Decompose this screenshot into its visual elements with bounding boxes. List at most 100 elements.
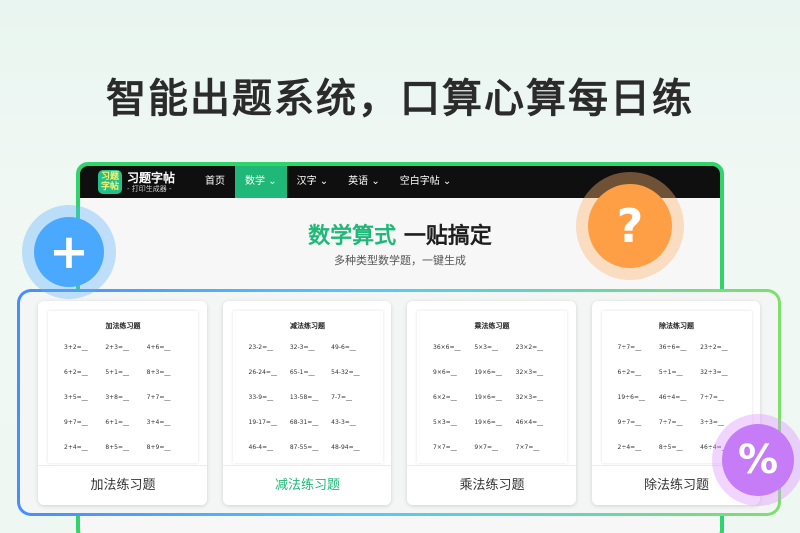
nav-item-home[interactable]: 首页	[195, 166, 235, 198]
question-icon: ?	[588, 184, 672, 268]
worksheet-card[interactable]: 加法练习题 3+2=__ 2+3=__ 4+6=__ 6+2=__ 5+1=__ 8+3=_…	[38, 301, 207, 505]
divide-icon: %	[722, 424, 794, 496]
problem-grid: 36×6=__ 5×3=__ 23×2=__ 9×6=__ 19×6=__ 32×3=__…	[417, 331, 567, 466]
math-problem: 32-3=__	[289, 344, 315, 351]
worksheet-title: 除法练习题	[659, 322, 694, 330]
headline: 智能出题系统，口算心算每日练	[106, 76, 694, 122]
math-problem: 46×4=__	[515, 419, 544, 426]
math-problem: 3+2=__	[64, 344, 88, 351]
math-problem: 3+5=__	[64, 394, 88, 401]
logo[interactable]: 习题 字帖 习题字帖 - 打印生成器 -	[98, 170, 175, 194]
math-problem: 33-9=__	[248, 394, 274, 401]
nav-label: 数学	[245, 176, 266, 187]
nav-item-english[interactable]: 英语 ⌄	[338, 166, 390, 198]
worksheet-cards-panel: 加法练习题 3+2=__ 2+3=__ 4+6=__ 6+2=__ 5+1=__ 8+3=_…	[17, 289, 781, 516]
card-label[interactable]: 加法练习题	[38, 465, 207, 505]
math-problem: 7×7=__	[433, 444, 457, 451]
logo-badge-top: 习题	[100, 172, 119, 182]
math-problem: 26-24=__	[248, 369, 277, 376]
math-problem: 36÷6=__	[658, 344, 687, 351]
math-problem: 8+3=__	[146, 369, 171, 376]
worksheet-card[interactable]: 减法练习题 23-2=__ 32-3=__ 49-6=__ 26-24=__ 65-1=_…	[222, 301, 391, 505]
plus-bubble: +	[22, 205, 116, 299]
math-problem: 65-1=__	[289, 369, 315, 376]
plus-icon: +	[34, 217, 104, 287]
math-problem: 48-94=__	[331, 444, 360, 451]
logo-badge: 习题 字帖	[98, 170, 122, 194]
card-label[interactable]: 乘法练习题	[407, 465, 576, 505]
math-problem: 6÷2=__	[617, 369, 642, 376]
math-problem: 32÷3=__	[700, 369, 728, 376]
card-label[interactable]: 减法练习题	[222, 465, 391, 505]
worksheet-preview: 乘法练习题 36×6=__ 5×3=__ 23×2=__ 9×6=__ 19×6=__ 32…	[417, 311, 567, 463]
worksheet-preview: 减法练习题 23-2=__ 32-3=__ 49-6=__ 26-24=__ 65-1=_…	[232, 311, 383, 466]
math-problem: 19÷6=__	[617, 394, 646, 401]
math-problem: 2÷4=__	[617, 444, 642, 451]
math-problem: 23-2=__	[248, 344, 274, 351]
math-problem: 46÷4=__	[658, 394, 687, 401]
worksheet-title: 乘法练习题	[474, 322, 510, 330]
chevron-down-icon: ⌄	[439, 176, 452, 187]
hero-title-dark: 一贴搞定	[403, 224, 492, 249]
math-problem: 2+4=__	[64, 444, 88, 451]
nav-label: 英语	[348, 176, 369, 187]
math-problem: 9×7=__	[474, 444, 499, 451]
math-problem: 32×3=__	[515, 394, 544, 401]
nav-item-math[interactable]: 数学 ⌄	[235, 166, 287, 198]
nav-label: 空白字帖	[399, 176, 440, 187]
chevron-down-icon: ⌄	[368, 176, 380, 187]
math-problem: 49-6=__	[331, 344, 356, 351]
math-problem: 4+6=__	[146, 344, 171, 351]
math-problem: 7×7=__	[515, 444, 540, 451]
math-problem: 7÷7=__	[658, 419, 683, 426]
problem-grid: 23-2=__ 32-3=__ 49-6=__ 26-24=__ 65-1=__ 54-3…	[233, 331, 383, 466]
math-problem: 23×2=__	[515, 344, 544, 351]
math-problem: 8+5=__	[105, 444, 130, 451]
math-problem: 8+9=__	[146, 444, 171, 451]
math-problem: 6+2=__	[64, 369, 88, 376]
math-problem: 19×6=__	[474, 394, 502, 401]
worksheet-preview: 加法练习题 3+2=__ 2+3=__ 4+6=__ 6+2=__ 5+1=__ 8+3=_…	[48, 311, 198, 463]
chevron-down-icon: ⌄	[316, 176, 329, 187]
math-problem: 3+8=__	[105, 394, 130, 401]
math-problem: 8÷5=__	[658, 444, 683, 451]
math-problem: 19×6=__	[474, 369, 502, 376]
nav-label: 首页	[205, 176, 226, 187]
math-problem: 6+1=__	[105, 419, 130, 426]
logo-name: 习题字帖	[127, 170, 176, 185]
nav-item-chinese[interactable]: 汉字 ⌄	[287, 166, 339, 198]
worksheet-card[interactable]: 乘法练习题 36×6=__ 5×3=__ 23×2=__ 9×6=__ 19×6=__ 32…	[407, 301, 576, 505]
question-bubble: ?	[576, 172, 684, 280]
chevron-down-icon: ⌄	[265, 176, 277, 187]
nav-item-blank-copybook[interactable]: 空白字帖 ⌄	[390, 166, 462, 198]
math-problem: 3+4=__	[146, 419, 171, 426]
hero-title-green: 数学算式	[308, 224, 397, 249]
math-problem: 13-58=__	[289, 394, 319, 401]
math-problem: 7÷7=__	[617, 344, 642, 351]
math-problem: 19-17=__	[248, 419, 277, 426]
math-problem: 87-55=__	[289, 444, 319, 451]
math-problem: 9+7=__	[64, 419, 88, 426]
divide-bubble: %	[712, 414, 800, 506]
math-problem: 23÷2=__	[700, 344, 728, 351]
math-problem: 5×3=__	[433, 419, 457, 426]
math-problem: 19×6=__	[474, 419, 502, 426]
logo-text: 习题字帖 - 打印生成器 -	[127, 171, 175, 194]
math-problem: 5+1=__	[105, 369, 130, 376]
math-problem: 32×3=__	[515, 369, 544, 376]
math-problem: 5÷1=__	[658, 369, 683, 376]
math-problem: 6×2=__	[433, 394, 457, 401]
math-problem: 9×6=__	[433, 369, 457, 376]
worksheet-title: 加法练习题	[105, 322, 141, 330]
logo-badge-bottom: 字帖	[100, 182, 119, 192]
math-problem: 54-32=__	[331, 369, 360, 376]
math-problem: 2+3=__	[105, 344, 130, 351]
math-problem: 46-4=__	[248, 444, 274, 451]
math-problem: 68-31=__	[289, 419, 319, 426]
math-problem: 7+7=__	[146, 394, 171, 401]
math-problem: 9÷7=__	[617, 419, 642, 426]
math-problem: 7÷7=__	[700, 394, 724, 401]
problem-grid: 3+2=__ 2+3=__ 4+6=__ 6+2=__ 5+1=__ 8+3=__ 3+5=…	[48, 331, 198, 466]
worksheet-title: 减法练习题	[290, 322, 325, 330]
cards-row: 加法练习题 3+2=__ 2+3=__ 4+6=__ 6+2=__ 5+1=__ 8+3=_…	[20, 292, 778, 513]
